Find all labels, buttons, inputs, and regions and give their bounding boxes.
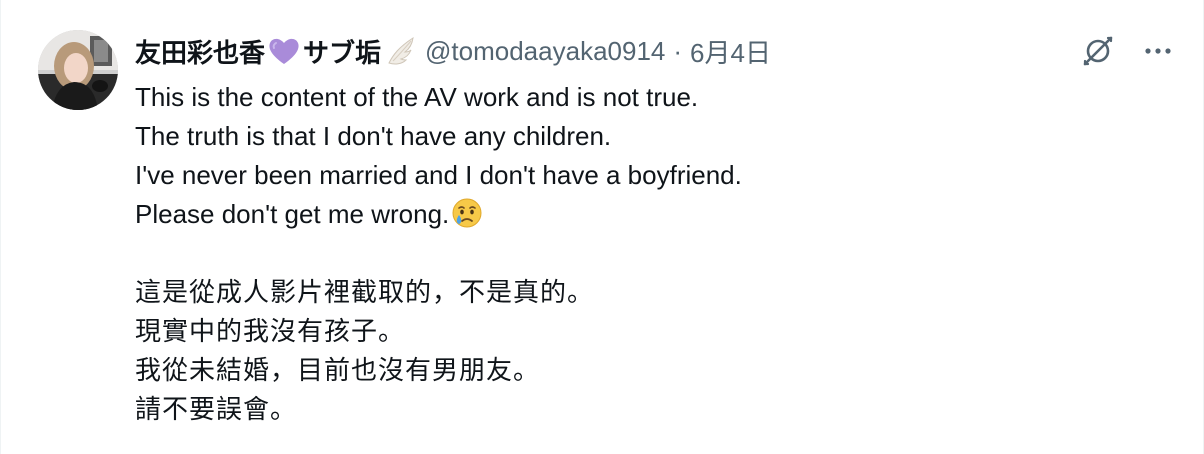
display-name[interactable]: 友田彩也香 [135, 33, 265, 70]
tweet-text-line: 現實中的我沒有孩子。 [135, 316, 406, 346]
tweet-text-line: 這是從成人影片裡截取的，不是真的。 [135, 277, 595, 307]
tweet-text-line: I've never been married and I don't have… [135, 160, 742, 190]
author-handle[interactable]: @tomodaayaka0914 [425, 36, 665, 67]
purple-heart-icon [269, 38, 299, 64]
tweet-text-line: 我從未結婚，目前也沒有男朋友。 [135, 355, 541, 385]
tweet-actions [1081, 34, 1173, 68]
wing-icon [388, 36, 414, 65]
tweet-text-line: 請不要誤會。 [135, 394, 298, 424]
separator-dot: · [673, 35, 683, 66]
tweet-text: This is the content of the AV work and i… [135, 78, 742, 429]
tweet-text-line: This is the content of the AV work and i… [135, 82, 699, 112]
tweet-text-line: The truth is that I don't have any child… [135, 121, 612, 151]
tweet-timestamp[interactable]: 6月4日 [690, 33, 771, 70]
tweet-header: 友田彩也香 サブ垢 @tomodaayaka0914 · 6月4日 [135, 33, 771, 69]
tweet-text-segment: Please don't get me wrong. [135, 199, 450, 229]
display-name-suffix[interactable]: サブ垢 [303, 33, 381, 70]
tweet[interactable]: 友田彩也香 サブ垢 @tomodaayaka0914 · 6月4日 This i… [0, 0, 1204, 454]
grok-icon[interactable] [1081, 34, 1115, 68]
avatar-image [38, 30, 118, 110]
tweet-text-line: Please don't get me wrong. [135, 195, 742, 234]
crying-face-icon [452, 198, 482, 228]
more-icon[interactable] [1143, 36, 1173, 66]
avatar[interactable] [38, 30, 118, 110]
